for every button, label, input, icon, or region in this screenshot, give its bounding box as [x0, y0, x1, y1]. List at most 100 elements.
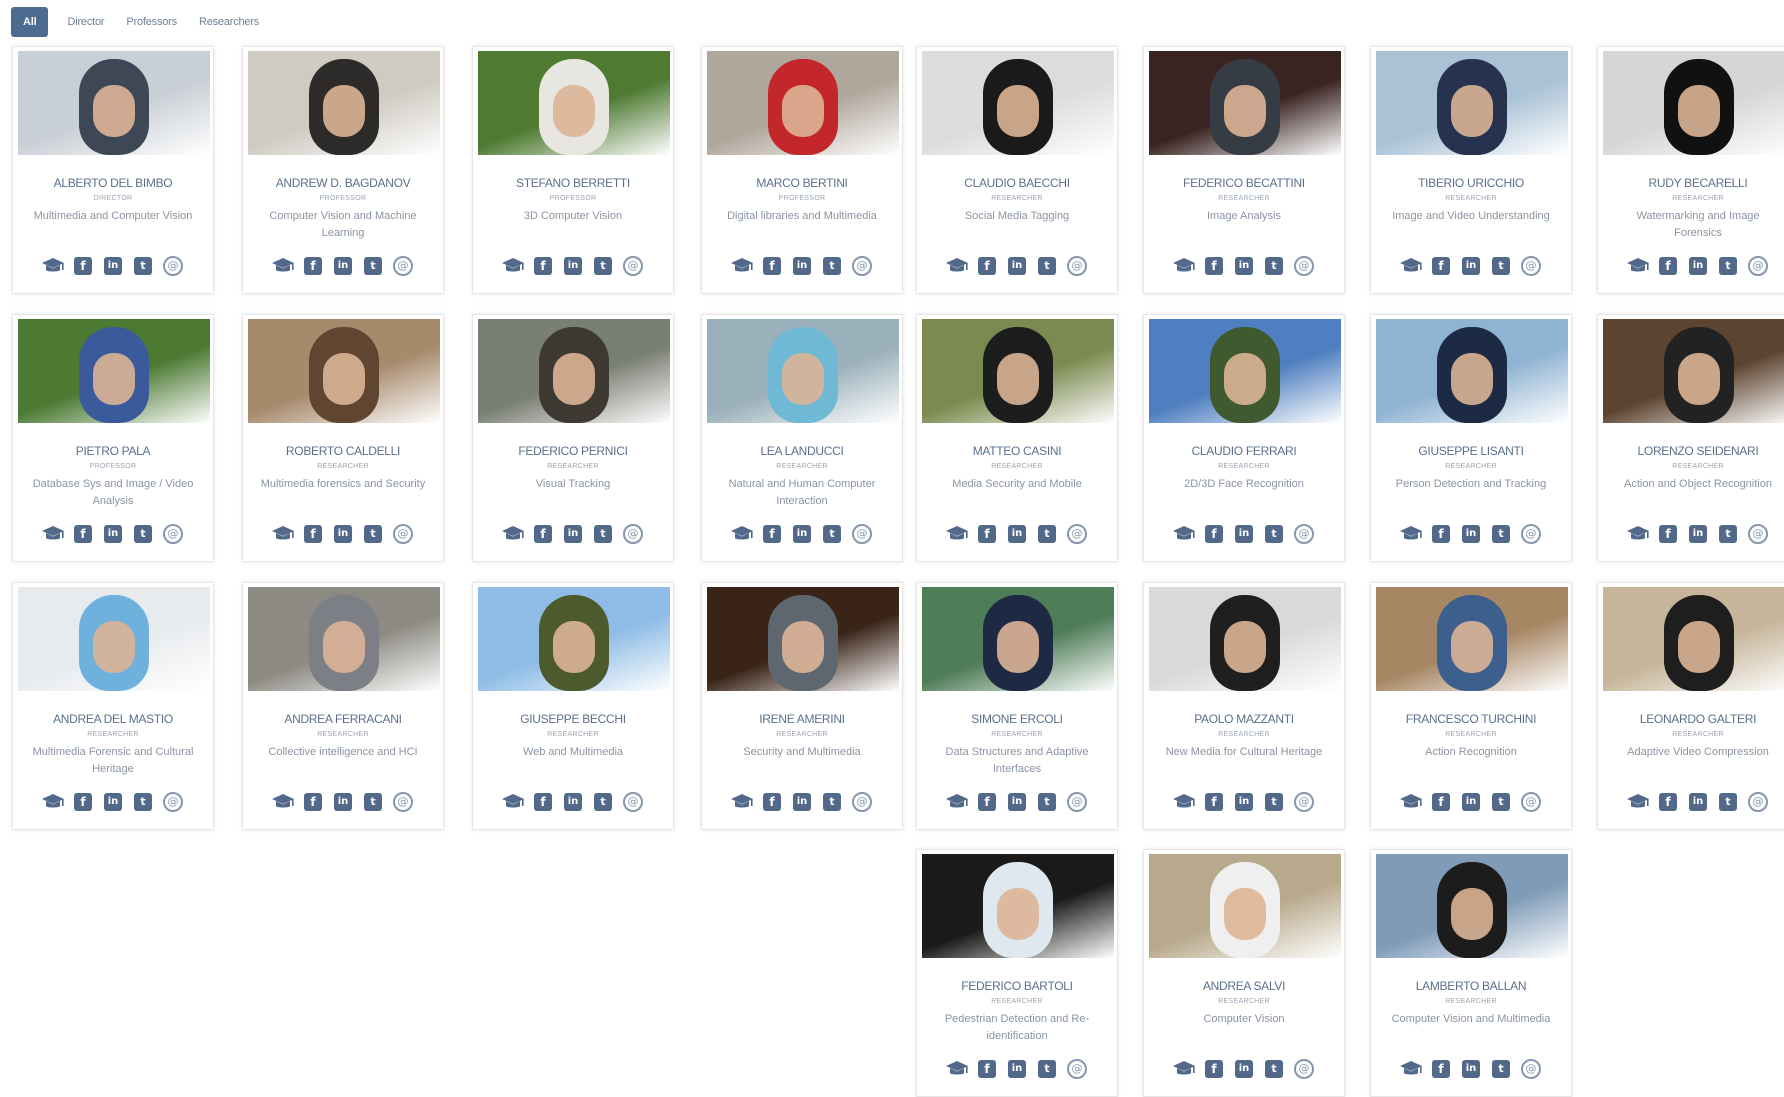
graduation-cap-icon[interactable]: [42, 256, 64, 276]
person-name[interactable]: LEONARDO GALTERI: [1598, 712, 1784, 726]
facebook-icon[interactable]: f: [977, 792, 997, 812]
twitter-icon[interactable]: t: [1491, 792, 1511, 812]
facebook-icon[interactable]: f: [977, 1059, 997, 1079]
person-name[interactable]: GIUSEPPE BECCHI: [473, 712, 673, 726]
person-card[interactable]: STEFANO BERRETTI PROFESSOR 3D Computer Vis…: [472, 46, 674, 294]
facebook-icon[interactable]: f: [1431, 524, 1451, 544]
linkedin-icon[interactable]: in: [103, 256, 123, 276]
twitter-icon[interactable]: t: [822, 256, 842, 276]
person-name[interactable]: CLAUDIO FERRARI: [1144, 444, 1344, 458]
facebook-icon[interactable]: f: [1658, 256, 1678, 276]
person-name[interactable]: FEDERICO PERNICI: [473, 444, 673, 458]
graduation-cap-icon[interactable]: [1173, 524, 1195, 544]
email-icon[interactable]: @: [623, 792, 643, 812]
tab-director[interactable]: Director: [56, 7, 115, 37]
person-name[interactable]: ALBERTO DEL BIMBO: [13, 176, 213, 190]
person-name[interactable]: LEA LANDUCCI: [702, 444, 902, 458]
graduation-cap-icon[interactable]: [1400, 792, 1422, 812]
linkedin-icon[interactable]: in: [1461, 792, 1481, 812]
graduation-cap-icon[interactable]: [272, 792, 294, 812]
person-card[interactable]: ROBERTO CALDELLI RESEARCHER Multimedia for…: [242, 314, 444, 562]
graduation-cap-icon[interactable]: [731, 524, 753, 544]
email-icon[interactable]: @: [1748, 256, 1768, 276]
facebook-icon[interactable]: f: [73, 792, 93, 812]
person-card[interactable]: PIETRO PALA PROFESSOR Database Sys and Ima…: [12, 314, 214, 562]
email-icon[interactable]: @: [623, 524, 643, 544]
linkedin-icon[interactable]: in: [1234, 792, 1254, 812]
tab-all[interactable]: All: [11, 7, 49, 37]
twitter-icon[interactable]: t: [363, 256, 383, 276]
email-icon[interactable]: @: [623, 256, 643, 276]
person-card[interactable]: GIUSEPPE LISANTI RESEARCHER Person Detecti…: [1370, 314, 1572, 562]
linkedin-icon[interactable]: in: [792, 256, 812, 276]
facebook-icon[interactable]: f: [762, 792, 782, 812]
email-icon[interactable]: @: [163, 792, 183, 812]
email-icon[interactable]: @: [852, 524, 872, 544]
facebook-icon[interactable]: f: [1431, 792, 1451, 812]
graduation-cap-icon[interactable]: [731, 792, 753, 812]
graduation-cap-icon[interactable]: [42, 792, 64, 812]
graduation-cap-icon[interactable]: [1627, 256, 1649, 276]
twitter-icon[interactable]: t: [822, 792, 842, 812]
facebook-icon[interactable]: f: [1204, 792, 1224, 812]
linkedin-icon[interactable]: in: [1234, 1059, 1254, 1079]
person-name[interactable]: FEDERICO BARTOLI: [917, 979, 1117, 993]
person-card[interactable]: ANDREA DEL MASTIO RESEARCHER Multimedia Fo…: [12, 582, 214, 830]
email-icon[interactable]: @: [1294, 256, 1314, 276]
linkedin-icon[interactable]: in: [1461, 1059, 1481, 1079]
email-icon[interactable]: @: [1067, 792, 1087, 812]
facebook-icon[interactable]: f: [1431, 256, 1451, 276]
facebook-icon[interactable]: f: [977, 256, 997, 276]
twitter-icon[interactable]: t: [1264, 524, 1284, 544]
facebook-icon[interactable]: f: [73, 524, 93, 544]
graduation-cap-icon[interactable]: [731, 256, 753, 276]
email-icon[interactable]: @: [1521, 1059, 1541, 1079]
person-name[interactable]: GIUSEPPE LISANTI: [1371, 444, 1571, 458]
facebook-icon[interactable]: f: [1204, 524, 1224, 544]
email-icon[interactable]: @: [1748, 524, 1768, 544]
person-card[interactable]: LEONARDO GALTERI RESEARCHER Adaptive Video…: [1597, 582, 1784, 830]
person-name[interactable]: PIETRO PALA: [13, 444, 213, 458]
person-card[interactable]: CLAUDIO FERRARI RESEARCHER 2D/3D Face Reco…: [1143, 314, 1345, 562]
graduation-cap-icon[interactable]: [502, 256, 524, 276]
email-icon[interactable]: @: [1521, 524, 1541, 544]
graduation-cap-icon[interactable]: [946, 1059, 968, 1079]
linkedin-icon[interactable]: in: [333, 524, 353, 544]
person-card[interactable]: ANDREW D. BAGDANOV PROFESSOR Computer Visi…: [242, 46, 444, 294]
linkedin-icon[interactable]: in: [1007, 1059, 1027, 1079]
email-icon[interactable]: @: [163, 256, 183, 276]
graduation-cap-icon[interactable]: [272, 524, 294, 544]
facebook-icon[interactable]: f: [1204, 1059, 1224, 1079]
person-name[interactable]: RUDY BECARELLI: [1598, 176, 1784, 190]
email-icon[interactable]: @: [852, 792, 872, 812]
graduation-cap-icon[interactable]: [1400, 524, 1422, 544]
tab-researchers[interactable]: Researchers: [188, 7, 270, 37]
graduation-cap-icon[interactable]: [1173, 792, 1195, 812]
facebook-icon[interactable]: f: [73, 256, 93, 276]
email-icon[interactable]: @: [1067, 1059, 1087, 1079]
person-name[interactable]: LAMBERTO BALLAN: [1371, 979, 1571, 993]
graduation-cap-icon[interactable]: [946, 792, 968, 812]
graduation-cap-icon[interactable]: [1627, 792, 1649, 812]
person-name[interactable]: CLAUDIO BAECCHI: [917, 176, 1117, 190]
facebook-icon[interactable]: f: [533, 792, 553, 812]
linkedin-icon[interactable]: in: [1007, 792, 1027, 812]
linkedin-icon[interactable]: in: [103, 524, 123, 544]
person-name[interactable]: FRANCESCO TURCHINI: [1371, 712, 1571, 726]
person-card[interactable]: MATTEO CASINI RESEARCHER Media Security an…: [916, 314, 1118, 562]
graduation-cap-icon[interactable]: [502, 524, 524, 544]
linkedin-icon[interactable]: in: [333, 256, 353, 276]
twitter-icon[interactable]: t: [593, 256, 613, 276]
facebook-icon[interactable]: f: [533, 256, 553, 276]
linkedin-icon[interactable]: in: [1688, 524, 1708, 544]
twitter-icon[interactable]: t: [133, 256, 153, 276]
linkedin-icon[interactable]: in: [333, 792, 353, 812]
facebook-icon[interactable]: f: [533, 524, 553, 544]
email-icon[interactable]: @: [393, 524, 413, 544]
linkedin-icon[interactable]: in: [1461, 256, 1481, 276]
twitter-icon[interactable]: t: [363, 524, 383, 544]
twitter-icon[interactable]: t: [593, 524, 613, 544]
linkedin-icon[interactable]: in: [1007, 524, 1027, 544]
twitter-icon[interactable]: t: [1491, 1059, 1511, 1079]
person-card[interactable]: TIBERIO URICCHIO RESEARCHER Image and Vide…: [1370, 46, 1572, 294]
